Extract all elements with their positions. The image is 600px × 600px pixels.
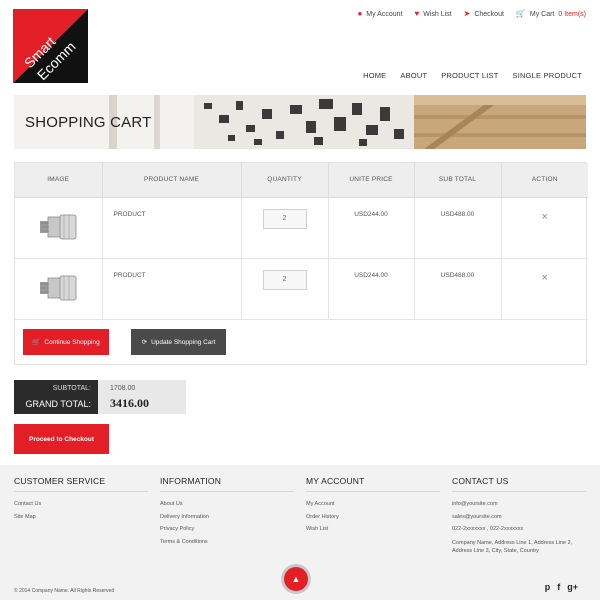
sub-total: USD488.00 <box>414 197 502 259</box>
checkout-label: Checkout <box>474 10 504 18</box>
nav-home[interactable]: HOME <box>363 71 386 80</box>
subtotal-label: SUBTOTAL: <box>52 385 91 392</box>
chevron-up-icon: ▲ <box>284 567 308 591</box>
table-row: PRODUCT USD244.00 USD488.00 × <box>15 197 588 259</box>
header-action: ACTION <box>501 163 588 198</box>
cart-actions: 🛒 Continue Shopping ⟳ Update Shopping Ca… <box>23 329 226 355</box>
unit-price: USD244.00 <box>328 258 415 320</box>
quantity-cell <box>241 197 329 259</box>
footer-heading: CUSTOMER SERVICE <box>14 476 148 492</box>
google-plus-icon[interactable]: g+ <box>567 582 578 592</box>
grand-total-value: 3416.00 <box>110 396 149 410</box>
contact-phone: 022-2xxxxxxx , 022-2xxxxxxx <box>452 526 524 532</box>
unit-price: USD244.00 <box>328 197 415 259</box>
contact-email-sales[interactable]: sales@yoursite.com <box>452 511 586 524</box>
table-row: PRODUCT USD244.00 USD488.00 × <box>15 258 588 320</box>
page-title: SHOPPING CART <box>25 114 152 131</box>
footer-link-contact-us[interactable]: Contact Us <box>14 498 148 511</box>
totals-values: 1708.00 3416.00 <box>98 380 186 414</box>
sub-total: USD488.00 <box>414 258 502 320</box>
wish-list-label: Wish List <box>423 10 452 18</box>
footer-heading: CONTACT US <box>452 476 586 492</box>
wish-list-link[interactable]: ♥ Wish List <box>414 10 451 18</box>
grand-total-label: GRAND TOTAL: <box>25 399 91 409</box>
product-image-cell <box>15 197 103 259</box>
continue-shopping-label: Continue Shopping <box>44 338 100 346</box>
cart-icon: 🛒 <box>32 339 41 346</box>
nav-product-list[interactable]: PRODUCT LIST <box>441 71 498 80</box>
continue-shopping-button[interactable]: 🛒 Continue Shopping <box>23 329 109 355</box>
my-cart-link[interactable]: 🛒 My Cart 0 Item(s) <box>516 10 586 18</box>
footer: CUSTOMER SERVICE Contact Us Site Map INF… <box>0 465 600 600</box>
copyright: © 2014 Company Name. All Rights Reserved <box>14 588 115 594</box>
user-icon: ● <box>357 9 363 18</box>
update-cart-button[interactable]: ⟳ Update Shopping Cart <box>131 329 226 355</box>
product-image-cell <box>15 258 103 320</box>
footer-link-my-account[interactable]: My Account <box>306 498 440 511</box>
product-name: PRODUCT <box>102 197 242 259</box>
cart-table-box: IMAGE PRODUCT NAME QUANTITY UNITE PRICE … <box>14 162 588 365</box>
proceed-to-checkout-button[interactable]: Proceed to Checkout <box>14 424 109 454</box>
footer-link-delivery[interactable]: Delivery Information <box>160 511 294 524</box>
subtotal-value: 1708.00 <box>110 385 136 392</box>
refresh-icon: ⟳ <box>141 339 148 346</box>
page-banner: SHOPPING CART <box>14 95 586 149</box>
totals-labels: SUBTOTAL: GRAND TOTAL: <box>14 380 98 414</box>
header-image: IMAGE <box>15 163 103 198</box>
contact-address-line-2: Address Line 3, City, State, Country <box>452 547 540 554</box>
footer-heading: MY ACCOUNT <box>306 476 440 492</box>
cart-header-row: IMAGE PRODUCT NAME QUANTITY UNITE PRICE … <box>15 163 588 198</box>
cart-table: IMAGE PRODUCT NAME QUANTITY UNITE PRICE … <box>15 163 588 320</box>
my-account-label: My Account <box>366 10 403 18</box>
my-cart-label: My Cart <box>529 10 555 18</box>
pinterest-icon[interactable]: p <box>545 582 551 592</box>
action-cell: × <box>501 197 588 259</box>
header-quantity: QUANTITY <box>241 163 329 198</box>
logo[interactable]: Smart Ecomm <box>13 9 88 83</box>
scroll-to-top-button[interactable]: ▲ <box>281 564 311 594</box>
footer-contact-us: CONTACT US info@yoursite.com sales@yours… <box>452 476 586 555</box>
quantity-input[interactable] <box>262 208 307 229</box>
quantity-input[interactable] <box>262 269 307 290</box>
facebook-icon[interactable]: f <box>557 582 560 592</box>
footer-link-order-history[interactable]: Order History <box>306 511 440 524</box>
social-links: p f g+ <box>545 582 578 592</box>
header-sub-total: SUB TOTAL <box>414 163 502 198</box>
product-name: PRODUCT <box>102 258 242 320</box>
footer-link-about-us[interactable]: About Us <box>160 498 294 511</box>
heart-icon: ♥ <box>414 9 420 18</box>
quantity-cell <box>241 258 329 320</box>
product-image[interactable] <box>36 268 80 308</box>
cart-count: 0 Item(s) <box>558 10 586 18</box>
checkout-link[interactable]: ➤ Checkout <box>464 10 504 18</box>
nav-single-product[interactable]: SINGLE PRODUCT <box>513 71 582 80</box>
product-image[interactable] <box>36 207 80 247</box>
top-links: ● My Account ♥ Wish List ➤ Checkout 🛒 My… <box>357 10 586 18</box>
remove-icon[interactable]: × <box>542 211 548 223</box>
main-nav: HOME ABOUT PRODUCT LIST SINGLE PRODUCT <box>363 71 582 80</box>
footer-link-wish-list[interactable]: Wish List <box>306 523 440 536</box>
footer-link-privacy[interactable]: Privacy Policy <box>160 523 294 536</box>
cart-totals: SUBTOTAL: GRAND TOTAL: 1708.00 3416.00 <box>14 380 186 414</box>
cart-icon: 🛒 <box>515 9 526 18</box>
remove-icon[interactable]: × <box>542 272 548 284</box>
footer-link-site-map[interactable]: Site Map <box>14 511 148 524</box>
footer-heading: INFORMATION <box>160 476 294 492</box>
arrow-circle-icon: ➤ <box>463 9 471 18</box>
update-cart-label: Update Shopping Cart <box>151 338 216 346</box>
footer-customer-service: CUSTOMER SERVICE Contact Us Site Map <box>14 476 148 523</box>
header-product-name: PRODUCT NAME <box>102 163 242 198</box>
footer-my-account: MY ACCOUNT My Account Order History Wish… <box>306 476 440 536</box>
action-cell: × <box>501 258 588 320</box>
my-account-link[interactable]: ● My Account <box>357 10 402 18</box>
nav-about[interactable]: ABOUT <box>400 71 427 80</box>
header-unit-price: UNITE PRICE <box>328 163 415 198</box>
footer-link-terms[interactable]: Terms & Conditions <box>160 536 294 549</box>
contact-email-info[interactable]: info@yoursite.com <box>452 498 586 511</box>
footer-information: INFORMATION About Us Delivery Informatio… <box>160 476 294 548</box>
contact-address-line-1: Company Name, Address Line 1, Address Li… <box>452 539 573 546</box>
